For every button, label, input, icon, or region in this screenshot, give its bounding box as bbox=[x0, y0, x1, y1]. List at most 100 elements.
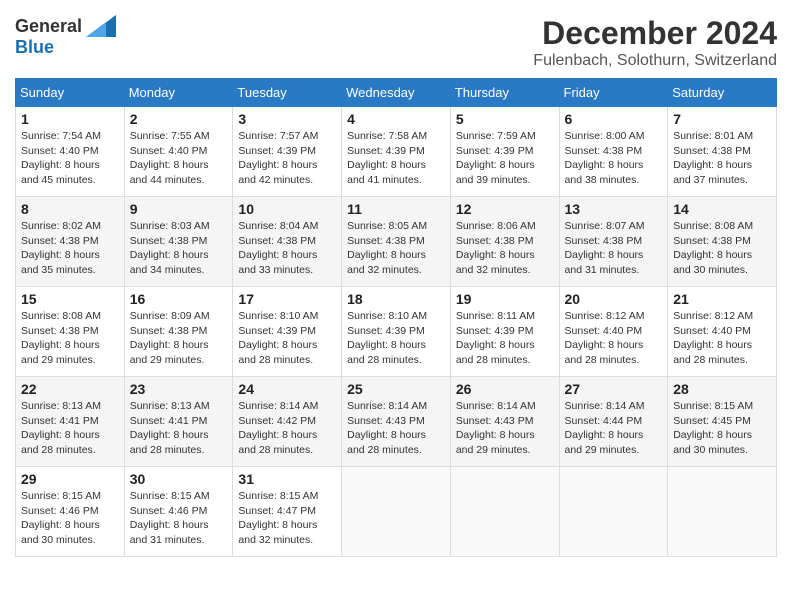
calendar-cell: 22 Sunrise: 8:13 AM Sunset: 4:41 PM Dayl… bbox=[16, 377, 125, 467]
day-info: Sunrise: 8:00 AM Sunset: 4:38 PM Dayligh… bbox=[565, 129, 663, 188]
day-number: 16 bbox=[130, 291, 228, 307]
calendar-cell bbox=[342, 467, 451, 557]
day-info: Sunrise: 8:04 AM Sunset: 4:38 PM Dayligh… bbox=[238, 219, 336, 278]
calendar-cell: 17 Sunrise: 8:10 AM Sunset: 4:39 PM Dayl… bbox=[233, 287, 342, 377]
day-number: 18 bbox=[347, 291, 445, 307]
day-info: Sunrise: 7:55 AM Sunset: 4:40 PM Dayligh… bbox=[130, 129, 228, 188]
weekday-header-tuesday: Tuesday bbox=[233, 79, 342, 107]
calendar-cell bbox=[668, 467, 777, 557]
day-info: Sunrise: 8:15 AM Sunset: 4:47 PM Dayligh… bbox=[238, 489, 336, 548]
calendar-cell: 16 Sunrise: 8:09 AM Sunset: 4:38 PM Dayl… bbox=[124, 287, 233, 377]
day-number: 31 bbox=[238, 471, 336, 487]
day-number: 25 bbox=[347, 381, 445, 397]
weekday-header-row: SundayMondayTuesdayWednesdayThursdayFrid… bbox=[16, 79, 777, 107]
day-info: Sunrise: 8:14 AM Sunset: 4:43 PM Dayligh… bbox=[456, 399, 554, 458]
weekday-header-sunday: Sunday bbox=[16, 79, 125, 107]
day-number: 10 bbox=[238, 201, 336, 217]
day-number: 30 bbox=[130, 471, 228, 487]
calendar-cell: 18 Sunrise: 8:10 AM Sunset: 4:39 PM Dayl… bbox=[342, 287, 451, 377]
calendar-cell: 25 Sunrise: 8:14 AM Sunset: 4:43 PM Dayl… bbox=[342, 377, 451, 467]
logo-icon bbox=[86, 15, 116, 37]
day-number: 24 bbox=[238, 381, 336, 397]
day-number: 22 bbox=[21, 381, 119, 397]
day-number: 23 bbox=[130, 381, 228, 397]
weekday-header-wednesday: Wednesday bbox=[342, 79, 451, 107]
day-info: Sunrise: 8:13 AM Sunset: 4:41 PM Dayligh… bbox=[130, 399, 228, 458]
day-info: Sunrise: 8:12 AM Sunset: 4:40 PM Dayligh… bbox=[673, 309, 771, 368]
day-info: Sunrise: 8:15 AM Sunset: 4:46 PM Dayligh… bbox=[21, 489, 119, 548]
day-number: 27 bbox=[565, 381, 663, 397]
calendar-cell: 20 Sunrise: 8:12 AM Sunset: 4:40 PM Dayl… bbox=[559, 287, 668, 377]
calendar-cell: 28 Sunrise: 8:15 AM Sunset: 4:45 PM Dayl… bbox=[668, 377, 777, 467]
day-info: Sunrise: 8:07 AM Sunset: 4:38 PM Dayligh… bbox=[565, 219, 663, 278]
day-info: Sunrise: 8:10 AM Sunset: 4:39 PM Dayligh… bbox=[238, 309, 336, 368]
location-text: Fulenbach, Solothurn, Switzerland bbox=[533, 52, 777, 70]
calendar-cell: 8 Sunrise: 8:02 AM Sunset: 4:38 PM Dayli… bbox=[16, 197, 125, 287]
day-info: Sunrise: 8:08 AM Sunset: 4:38 PM Dayligh… bbox=[21, 309, 119, 368]
day-info: Sunrise: 8:13 AM Sunset: 4:41 PM Dayligh… bbox=[21, 399, 119, 458]
calendar-cell: 15 Sunrise: 8:08 AM Sunset: 4:38 PM Dayl… bbox=[16, 287, 125, 377]
weekday-header-friday: Friday bbox=[559, 79, 668, 107]
day-number: 28 bbox=[673, 381, 771, 397]
day-number: 11 bbox=[347, 201, 445, 217]
logo-blue-text: Blue bbox=[15, 37, 54, 58]
day-info: Sunrise: 8:02 AM Sunset: 4:38 PM Dayligh… bbox=[21, 219, 119, 278]
day-info: Sunrise: 7:59 AM Sunset: 4:39 PM Dayligh… bbox=[456, 129, 554, 188]
day-info: Sunrise: 7:58 AM Sunset: 4:39 PM Dayligh… bbox=[347, 129, 445, 188]
calendar-cell: 6 Sunrise: 8:00 AM Sunset: 4:38 PM Dayli… bbox=[559, 107, 668, 197]
calendar-week-row: 22 Sunrise: 8:13 AM Sunset: 4:41 PM Dayl… bbox=[16, 377, 777, 467]
calendar-cell: 31 Sunrise: 8:15 AM Sunset: 4:47 PM Dayl… bbox=[233, 467, 342, 557]
calendar-cell bbox=[559, 467, 668, 557]
day-number: 9 bbox=[130, 201, 228, 217]
day-number: 7 bbox=[673, 111, 771, 127]
day-number: 8 bbox=[21, 201, 119, 217]
calendar-cell: 2 Sunrise: 7:55 AM Sunset: 4:40 PM Dayli… bbox=[124, 107, 233, 197]
calendar-cell bbox=[450, 467, 559, 557]
calendar-cell: 11 Sunrise: 8:05 AM Sunset: 4:38 PM Dayl… bbox=[342, 197, 451, 287]
calendar-week-row: 15 Sunrise: 8:08 AM Sunset: 4:38 PM Dayl… bbox=[16, 287, 777, 377]
calendar-cell: 26 Sunrise: 8:14 AM Sunset: 4:43 PM Dayl… bbox=[450, 377, 559, 467]
day-number: 15 bbox=[21, 291, 119, 307]
day-info: Sunrise: 8:15 AM Sunset: 4:46 PM Dayligh… bbox=[130, 489, 228, 548]
day-info: Sunrise: 8:03 AM Sunset: 4:38 PM Dayligh… bbox=[130, 219, 228, 278]
calendar-week-row: 1 Sunrise: 7:54 AM Sunset: 4:40 PM Dayli… bbox=[16, 107, 777, 197]
calendar-cell: 24 Sunrise: 8:14 AM Sunset: 4:42 PM Dayl… bbox=[233, 377, 342, 467]
day-number: 4 bbox=[347, 111, 445, 127]
day-info: Sunrise: 8:14 AM Sunset: 4:44 PM Dayligh… bbox=[565, 399, 663, 458]
day-info: Sunrise: 8:12 AM Sunset: 4:40 PM Dayligh… bbox=[565, 309, 663, 368]
day-info: Sunrise: 8:15 AM Sunset: 4:45 PM Dayligh… bbox=[673, 399, 771, 458]
day-number: 19 bbox=[456, 291, 554, 307]
day-info: Sunrise: 8:14 AM Sunset: 4:43 PM Dayligh… bbox=[347, 399, 445, 458]
day-info: Sunrise: 8:06 AM Sunset: 4:38 PM Dayligh… bbox=[456, 219, 554, 278]
day-info: Sunrise: 8:05 AM Sunset: 4:38 PM Dayligh… bbox=[347, 219, 445, 278]
calendar-cell: 23 Sunrise: 8:13 AM Sunset: 4:41 PM Dayl… bbox=[124, 377, 233, 467]
title-section: December 2024 Fulenbach, Solothurn, Swit… bbox=[533, 15, 777, 70]
calendar-cell: 27 Sunrise: 8:14 AM Sunset: 4:44 PM Dayl… bbox=[559, 377, 668, 467]
day-number: 12 bbox=[456, 201, 554, 217]
logo: General Blue bbox=[15, 15, 116, 58]
calendar-cell: 3 Sunrise: 7:57 AM Sunset: 4:39 PM Dayli… bbox=[233, 107, 342, 197]
calendar-cell: 13 Sunrise: 8:07 AM Sunset: 4:38 PM Dayl… bbox=[559, 197, 668, 287]
day-info: Sunrise: 8:11 AM Sunset: 4:39 PM Dayligh… bbox=[456, 309, 554, 368]
day-number: 6 bbox=[565, 111, 663, 127]
day-info: Sunrise: 8:09 AM Sunset: 4:38 PM Dayligh… bbox=[130, 309, 228, 368]
page-header: General Blue December 2024 Fulenbach, So… bbox=[15, 15, 777, 70]
calendar-cell: 4 Sunrise: 7:58 AM Sunset: 4:39 PM Dayli… bbox=[342, 107, 451, 197]
calendar-cell: 5 Sunrise: 7:59 AM Sunset: 4:39 PM Dayli… bbox=[450, 107, 559, 197]
calendar-cell: 30 Sunrise: 8:15 AM Sunset: 4:46 PM Dayl… bbox=[124, 467, 233, 557]
calendar-cell: 14 Sunrise: 8:08 AM Sunset: 4:38 PM Dayl… bbox=[668, 197, 777, 287]
day-number: 1 bbox=[21, 111, 119, 127]
day-number: 17 bbox=[238, 291, 336, 307]
calendar-cell: 21 Sunrise: 8:12 AM Sunset: 4:40 PM Dayl… bbox=[668, 287, 777, 377]
day-number: 13 bbox=[565, 201, 663, 217]
calendar-week-row: 29 Sunrise: 8:15 AM Sunset: 4:46 PM Dayl… bbox=[16, 467, 777, 557]
day-number: 29 bbox=[21, 471, 119, 487]
logo-general-text: General bbox=[15, 16, 82, 37]
day-info: Sunrise: 7:54 AM Sunset: 4:40 PM Dayligh… bbox=[21, 129, 119, 188]
weekday-header-monday: Monday bbox=[124, 79, 233, 107]
calendar-cell: 9 Sunrise: 8:03 AM Sunset: 4:38 PM Dayli… bbox=[124, 197, 233, 287]
calendar-cell: 1 Sunrise: 7:54 AM Sunset: 4:40 PM Dayli… bbox=[16, 107, 125, 197]
day-info: Sunrise: 7:57 AM Sunset: 4:39 PM Dayligh… bbox=[238, 129, 336, 188]
weekday-header-thursday: Thursday bbox=[450, 79, 559, 107]
day-number: 14 bbox=[673, 201, 771, 217]
